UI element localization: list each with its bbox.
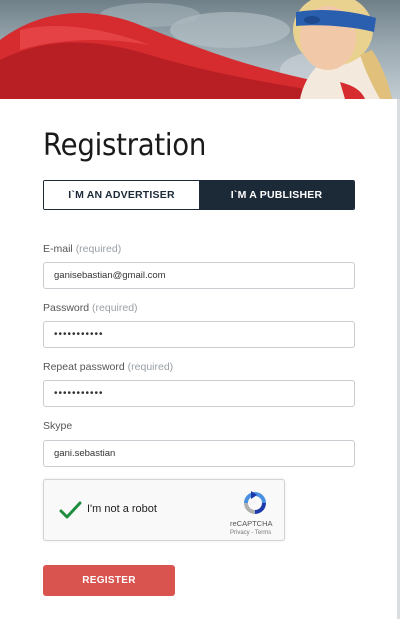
- recaptcha-brand: reCAPTCHA: [230, 519, 273, 528]
- register-button[interactable]: REGISTER: [43, 565, 175, 596]
- skype-value: gani.sebastian: [54, 448, 116, 459]
- page-title: Registration: [43, 128, 207, 163]
- repeat-password-required-note: (required): [127, 361, 174, 373]
- recaptcha-links: Privacy - Terms: [230, 530, 271, 536]
- password-value: •••••••••••: [54, 329, 104, 340]
- email-value: ganisebastian@gmail.com: [54, 270, 166, 281]
- privacy-link[interactable]: Privacy: [230, 530, 250, 536]
- recaptcha-label: I'm not a robot: [87, 503, 157, 515]
- recaptcha-widget: I'm not a robot reCAPTCHA Privacy - Term…: [43, 479, 285, 541]
- password-label: Password (required): [43, 302, 138, 314]
- password-field[interactable]: •••••••••••: [43, 321, 355, 348]
- email-label: E-mail (required): [43, 243, 121, 255]
- checkmark-icon[interactable]: [58, 498, 82, 522]
- email-required-note: (required): [75, 243, 122, 255]
- tab-advertiser[interactable]: I`M AN ADVERTISER: [44, 181, 199, 209]
- tab-publisher[interactable]: I`M A PUBLISHER: [199, 181, 354, 209]
- repeat-password-field[interactable]: •••••••••••: [43, 380, 355, 407]
- superhero-illustration: [0, 0, 392, 99]
- skype-field[interactable]: gani.sebastian: [43, 440, 355, 467]
- password-label-text: Password: [43, 302, 90, 314]
- email-label-text: E-mail: [43, 243, 73, 255]
- repeat-password-label-text: Repeat password: [43, 361, 125, 373]
- password-required-note: (required): [92, 302, 138, 314]
- recaptcha-logo-icon: [244, 491, 266, 514]
- skype-label: Skype: [43, 420, 72, 432]
- account-type-tabs: I`M AN ADVERTISER I`M A PUBLISHER: [43, 180, 355, 210]
- repeat-password-label: Repeat password (required): [43, 361, 173, 373]
- hero-banner: [0, 0, 400, 99]
- skype-label-text: Skype: [43, 420, 73, 432]
- repeat-password-value: •••••••••••: [54, 388, 104, 399]
- email-field[interactable]: ganisebastian@gmail.com: [43, 262, 355, 289]
- terms-link[interactable]: Terms: [255, 530, 271, 536]
